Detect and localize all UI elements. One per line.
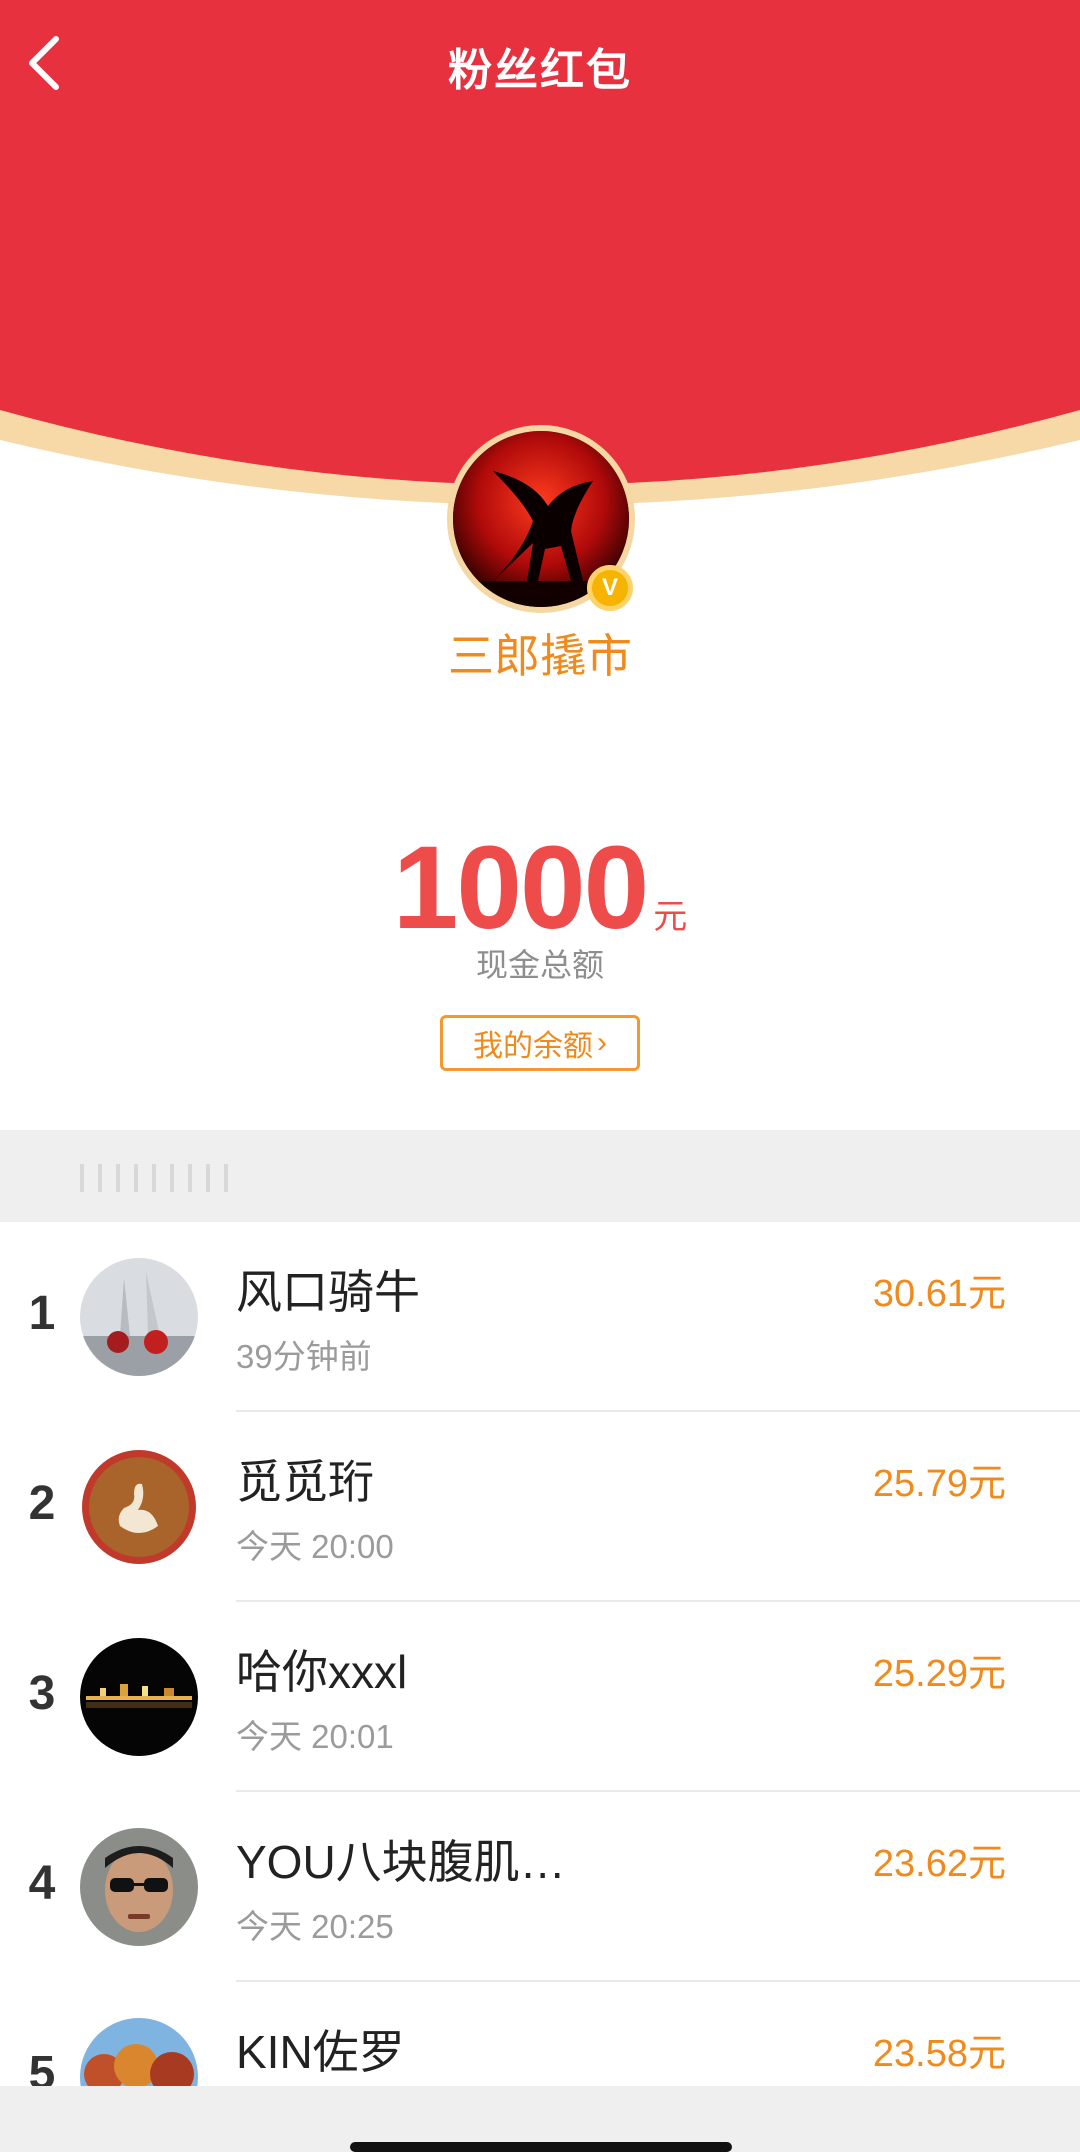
my-balance-button[interactable]: 我的余额 › bbox=[440, 1015, 640, 1071]
rank-number: 2 bbox=[28, 1477, 56, 1530]
recipient-amount: 30.61元 bbox=[872, 1273, 1006, 1315]
night-city-avatar[interactable] bbox=[80, 1638, 198, 1756]
chevron-right-icon: › bbox=[597, 1026, 607, 1059]
recipient-amount: 25.79元 bbox=[872, 1463, 1006, 1505]
recipient-time: 今天 20:25 bbox=[236, 1908, 394, 1945]
recipient-name: YOU八块腹肌… bbox=[236, 1836, 566, 1888]
nav-bar: 粉丝红包 bbox=[0, 0, 1080, 130]
owner-name[interactable]: 三郎撬市 bbox=[0, 620, 1080, 686]
recipient-name: KIN佐罗 bbox=[236, 2026, 405, 2078]
bottom-bar bbox=[0, 2086, 1080, 2152]
recipient-amount: 23.58元 bbox=[872, 2033, 1006, 2075]
page-title: 粉丝红包 bbox=[448, 46, 632, 95]
faded-text-bar bbox=[80, 1164, 228, 1192]
recipient-time: 今天 20:01 bbox=[236, 1718, 394, 1755]
v-verified-icon: V bbox=[587, 565, 633, 611]
recipient-time: 今天 20:00 bbox=[236, 1528, 394, 1565]
recipient-name: 觅觅珩 bbox=[236, 1456, 374, 1508]
rank-number: 4 bbox=[28, 1857, 56, 1910]
man-sunglasses-avatar[interactable] bbox=[80, 1828, 198, 1946]
total-amount: 1000 元 bbox=[0, 820, 1080, 956]
recipient-amount: 25.29元 bbox=[872, 1653, 1006, 1695]
rank-number: 3 bbox=[28, 1667, 56, 1720]
section-divider bbox=[0, 1130, 1080, 1222]
list-item[interactable]: 1 风口骑牛 39分钟前 30.61元 bbox=[0, 1222, 1080, 1412]
list-item[interactable]: 2 觅觅珩 今天 20:00 25.79元 bbox=[0, 1412, 1080, 1602]
list-item[interactable]: 4 YOU八块腹肌… 今天 20:25 23.62元 bbox=[0, 1792, 1080, 1982]
list-item[interactable]: 3 哈你xxxl 今天 20:01 25.29元 bbox=[0, 1602, 1080, 1792]
total-amount-label: 现金总额 bbox=[475, 947, 604, 983]
total-amount-unit: 元 bbox=[653, 898, 688, 936]
recipient-name: 风口骑牛 bbox=[236, 1266, 420, 1318]
rank-number: 1 bbox=[28, 1287, 56, 1340]
latte-art-swan-avatar[interactable] bbox=[80, 1448, 198, 1566]
statue-red-apples-avatar[interactable] bbox=[80, 1258, 198, 1376]
recipient-time: 39分钟前 bbox=[236, 1338, 372, 1375]
total-amount-value: 1000 bbox=[392, 822, 650, 954]
home-indicator[interactable] bbox=[350, 2142, 732, 2152]
recipient-list: 1 风口骑牛 39分钟前 30.61元 2 觅觅珩 今天 20:00 25.79… bbox=[0, 1222, 1080, 2152]
recipient-name: 哈你xxxl bbox=[236, 1646, 408, 1698]
my-balance-label: 我的余额 bbox=[473, 1030, 593, 1063]
recipient-amount: 23.62元 bbox=[872, 1843, 1006, 1885]
